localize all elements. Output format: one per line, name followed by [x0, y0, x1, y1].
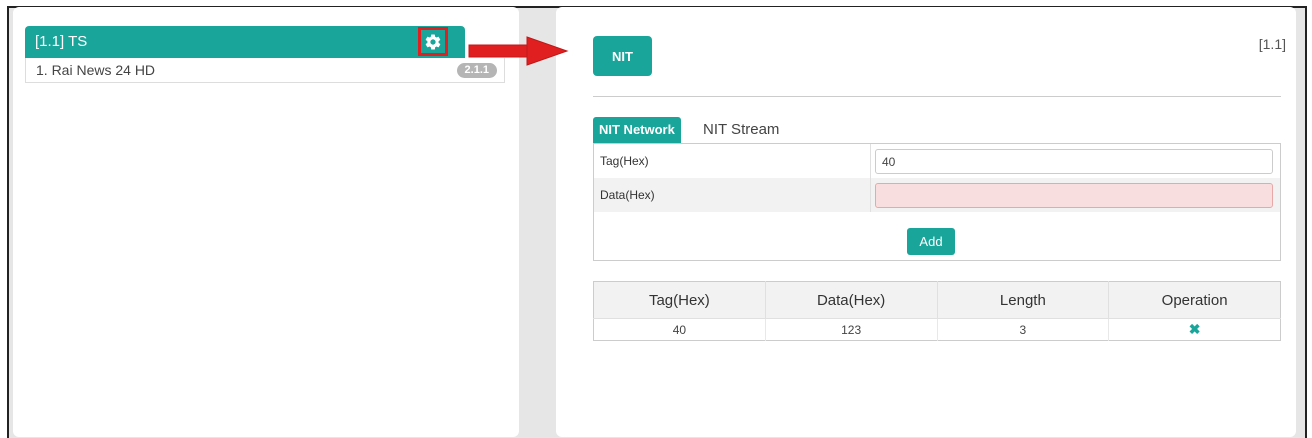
nit-button[interactable]: NIT [593, 36, 652, 76]
divider [593, 96, 1281, 97]
cell-length: 3 [937, 318, 1110, 341]
nit-editor-panel: NIT [1.1] NIT Network NIT Stream Tag(Hex… [556, 7, 1296, 437]
service-name: 1. Rai News 24 HD [36, 62, 156, 78]
gear-icon [425, 34, 441, 50]
table-row: 40 123 3 ✖ [593, 318, 1281, 341]
add-button[interactable]: Add [907, 228, 955, 255]
data-row: Data(Hex) [594, 178, 1280, 212]
list-item[interactable]: 1. Rai News 24 HD 2.1.1 [25, 58, 505, 83]
ts-header[interactable]: [1.1] TS [25, 26, 465, 58]
tag-label: Tag(Hex) [600, 154, 649, 168]
descriptor-table: Tag(Hex) Data(Hex) Length Operation 40 1… [593, 281, 1281, 341]
close-icon[interactable]: ✖ [1189, 321, 1201, 337]
arrow-right-icon [468, 36, 569, 66]
column-header-data: Data(Hex) [765, 281, 938, 319]
ts-header-label: [1.1] TS [35, 33, 88, 50]
tag-row: Tag(Hex) [594, 144, 1280, 178]
cell-operation: ✖ [1108, 318, 1281, 341]
data-label: Data(Hex) [600, 188, 655, 202]
column-header-length: Length [937, 281, 1110, 319]
column-header-tag: Tag(Hex) [593, 281, 766, 319]
cell-data: 123 [765, 318, 938, 341]
tab-nit-stream[interactable]: NIT Stream [703, 117, 779, 143]
data-input[interactable] [875, 183, 1273, 208]
settings-button[interactable] [418, 27, 448, 56]
cell-tag: 40 [593, 318, 766, 341]
descriptor-form: Tag(Hex) Data(Hex) Add [593, 143, 1281, 261]
table-header-row: Tag(Hex) Data(Hex) Length Operation [593, 281, 1281, 319]
tab-nit-network[interactable]: NIT Network [593, 117, 681, 143]
tag-input[interactable] [875, 149, 1273, 174]
program-index-label: [1.1] [1258, 36, 1286, 52]
divider [870, 144, 871, 178]
divider [870, 178, 871, 212]
column-header-operation: Operation [1108, 281, 1281, 319]
